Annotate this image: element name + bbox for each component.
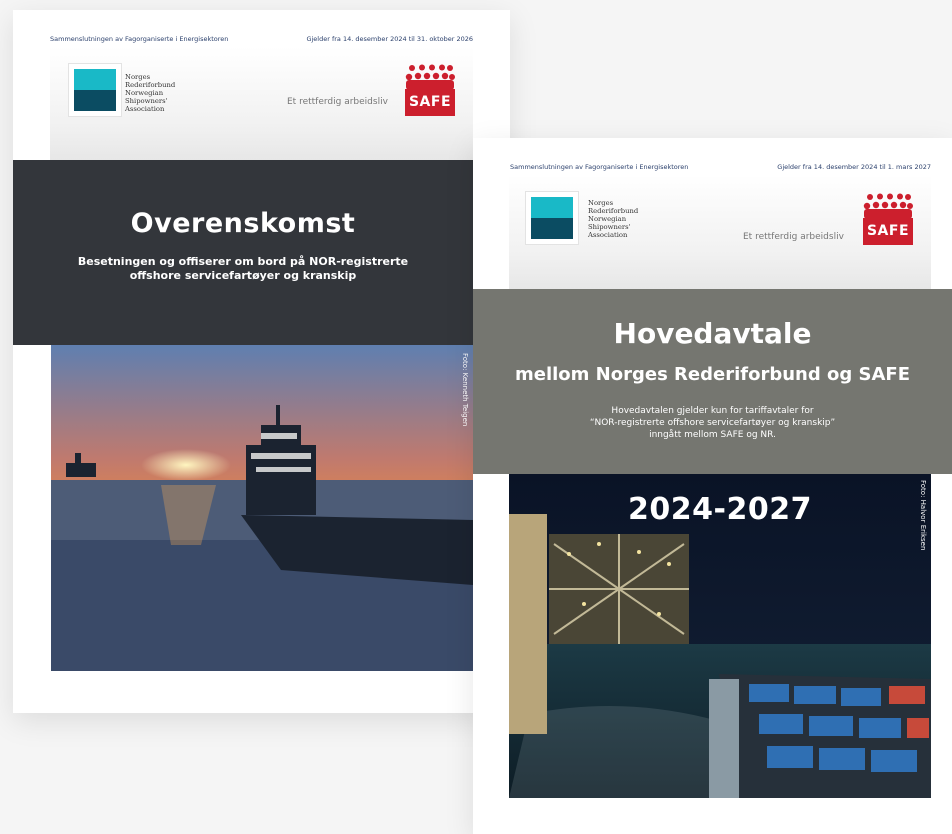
nr-logo: [525, 191, 579, 245]
document-subtitle: mellom Norges Rederiforbund og SAFE: [514, 364, 911, 385]
document-cover-hovedavtale[interactable]: Sammenslutningen av Fagorganiserte i Ene…: [473, 138, 952, 834]
header-organisation: Sammenslutningen av Fagorganiserte i Ene…: [510, 163, 689, 171]
title-band: Hovedavtale mellom Norges Rederiforbund …: [473, 289, 952, 474]
logo-header: Norges Rederiforbund Norwegian Shipowner…: [509, 175, 931, 289]
photo-credit: Foto: Kenneth Teigen: [461, 353, 469, 427]
header-validity: Gjelder fra 14. desember 2024 til 31. ok…: [306, 35, 473, 43]
title-band: Overenskomst Besetningen og offiserer om…: [13, 160, 473, 345]
document-subtitle: Besetningen og offiserer om bord på NOR-…: [77, 255, 409, 282]
people-icon: [405, 64, 455, 90]
slogan: Et rettferdig arbeidsliv: [287, 97, 388, 107]
nr-logo-text: Norges Rederiforbund Norwegian Shipowner…: [125, 73, 176, 113]
cover-photo-vessel-sunset: Foto: Kenneth Teigen: [51, 345, 473, 671]
vessel-sunset-image: [51, 345, 473, 671]
agreement-period: 2024-2027: [628, 492, 812, 527]
safe-logo: SAFE: [405, 64, 455, 116]
nr-logo: [68, 63, 122, 117]
header-organisation: Sammenslutningen av Fagorganiserte i Ene…: [50, 35, 229, 43]
photo-credit: Foto: Halvor Eriksen: [919, 480, 927, 551]
scope-note: Hovedavtalen gjelder kun for tariffavtal…: [589, 406, 836, 440]
logo-header: Norges Rederiforbund Norwegian Shipowner…: [50, 47, 473, 160]
nr-logo-text: Norges Rederiforbund Norwegian Shipowner…: [588, 199, 639, 239]
people-icon: [863, 193, 913, 219]
cover-photo-offshore-platform: 2024-2027 Foto: Halvor Eriksen: [509, 474, 931, 798]
slogan: Et rettferdig arbeidsliv: [743, 232, 844, 242]
header-validity: Gjelder fra 14. desember 2024 til 1. mar…: [777, 163, 931, 171]
document-cover-overenskomst[interactable]: Sammenslutningen av Fagorganiserte i Ene…: [13, 10, 510, 713]
document-title: Hovedavtale: [613, 317, 812, 350]
safe-logo: SAFE: [863, 193, 913, 245]
document-title: Overenskomst: [130, 208, 356, 239]
